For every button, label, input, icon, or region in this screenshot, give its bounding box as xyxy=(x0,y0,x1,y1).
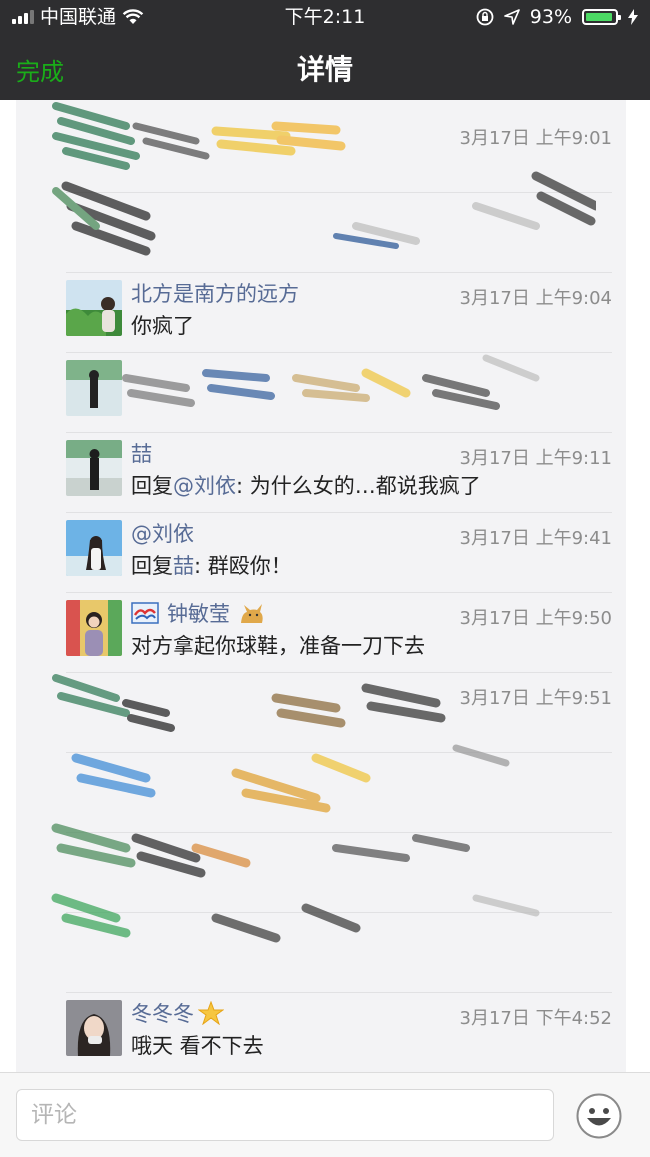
avatar[interactable] xyxy=(66,1000,122,1056)
page-title: 详情 xyxy=(296,53,353,86)
comment-time: 3月17日 下午4:52 xyxy=(459,1008,613,1029)
commenter-name[interactable]: 钟敏莹 xyxy=(167,598,230,628)
commenter-name[interactable]: 冬冬冬 xyxy=(131,998,194,1028)
comment-time: 3月17日 上午9:41 xyxy=(459,528,613,549)
avatar-image xyxy=(66,440,122,496)
status-right: 93% xyxy=(476,0,638,34)
comment-row[interactable]: 北方是南方的远方 3月17日 上午9:04 你疯了 xyxy=(66,272,612,353)
battery-icon xyxy=(582,9,621,25)
commenter-name[interactable]: 北方是南方的远方 xyxy=(131,278,299,308)
comment-row[interactable]: 3月17日 上午9:51 xyxy=(66,672,612,753)
comment-text: 哦天 看不下去 xyxy=(131,1034,264,1058)
avatar-image xyxy=(66,600,122,656)
avatar[interactable] xyxy=(66,600,122,656)
avatar-image xyxy=(66,280,122,336)
commenter-name[interactable]: @刘依 xyxy=(131,518,194,548)
comment-row[interactable]: 钟敏莹 3月17日 上午9:50 对方拿起你球鞋，准备一刀下去 xyxy=(66,592,612,673)
comment-time: 3月17日 上午9:11 xyxy=(459,448,613,469)
comment-row[interactable] xyxy=(66,912,612,993)
comment-row[interactable]: 喆 3月17日 上午9:11 回复@刘依: 为什么女的…都说我疯了 xyxy=(66,432,612,513)
avatar-image xyxy=(66,1000,122,1056)
reply-target[interactable]: 喆 xyxy=(173,554,194,578)
comment-list: 3月17日 上午9:01 北方是南方的远方 3月17日 上午9:04 你疯了 喆… xyxy=(16,100,626,1072)
charging-bolt-icon xyxy=(628,9,638,25)
comment-input-bar: 评论 xyxy=(0,1072,650,1157)
reply-prefix: 回复 xyxy=(131,554,173,578)
reply-body: : 群殴你！ xyxy=(194,554,292,578)
comment-row[interactable] xyxy=(66,352,612,433)
avatar[interactable] xyxy=(66,360,122,416)
commenter-name[interactable]: 喆 xyxy=(131,438,152,468)
avatar-image xyxy=(66,520,122,576)
reply-body: : 为什么女的…都说我疯了 xyxy=(236,474,481,498)
comment-row[interactable]: 3月17日 上午9:01 xyxy=(66,112,612,193)
comment-text: 对方拿起你球鞋，准备一刀下去 xyxy=(131,634,425,658)
comment-text: 回复@刘依: 为什么女的…都说我疯了 xyxy=(131,470,481,500)
comment-time: 3月17日 上午9:01 xyxy=(459,128,613,149)
commenter-name-wrap[interactable]: 冬冬冬 xyxy=(131,998,224,1028)
emoji-button-icon[interactable] xyxy=(576,1093,622,1139)
comment-row[interactable]: 冬冬冬 3月17日 下午4:52 哦天 看不下去 xyxy=(66,992,612,1072)
avatar[interactable] xyxy=(66,440,122,496)
comment-row[interactable] xyxy=(66,752,612,833)
kite-icon xyxy=(131,602,159,624)
comment-row[interactable] xyxy=(66,832,612,913)
comment-input[interactable]: 评论 xyxy=(16,1089,554,1141)
status-bar: 中国联通 下午2:11 93% xyxy=(0,0,650,34)
top-bar: 中国联通 下午2:11 93% 完成 详情 xyxy=(0,0,650,100)
commenter-name-wrap[interactable]: 钟敏莹 xyxy=(131,598,266,628)
navigation-bar: 完成 详情 xyxy=(0,34,650,100)
reply-target[interactable]: @刘依 xyxy=(173,474,236,498)
comment-row[interactable] xyxy=(66,192,612,273)
avatar[interactable] xyxy=(66,520,122,576)
reply-prefix: 回复 xyxy=(131,474,173,498)
comment-row[interactable]: @刘依 3月17日 上午9:41 回复喆: 群殴你！ xyxy=(66,512,612,593)
avatar[interactable] xyxy=(66,280,122,336)
avatar-image xyxy=(66,360,122,416)
cat-icon xyxy=(241,604,263,623)
location-arrow-icon xyxy=(503,9,520,25)
rotation-lock-icon xyxy=(476,8,494,26)
comment-text: 回复喆: 群殴你！ xyxy=(131,550,292,580)
comment-text: 你疯了 xyxy=(131,314,194,338)
battery-percent: 93% xyxy=(529,6,572,28)
comment-time: 3月17日 上午9:50 xyxy=(459,608,613,629)
comment-time: 3月17日 上午9:51 xyxy=(459,688,613,709)
star-icon xyxy=(198,1001,224,1025)
comment-time: 3月17日 上午9:04 xyxy=(459,288,613,309)
